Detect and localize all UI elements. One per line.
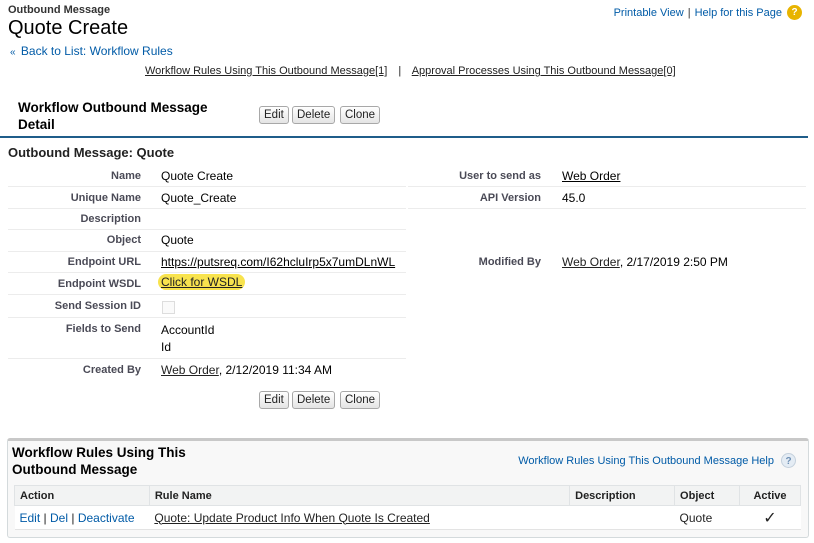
object-type-label: Outbound Message: [8, 4, 111, 16]
edit-rule-link[interactable]: Edit: [20, 511, 41, 525]
user-to-send-as-label: User to send as: [459, 170, 541, 182]
divider: [408, 186, 806, 187]
created-date: , 2/12/2019 11:34 AM: [218, 363, 333, 377]
column-header-action: Action: [14, 485, 150, 506]
delete-button-bottom[interactable]: Delete: [292, 391, 336, 409]
workflow-rules-related-link[interactable]: Workflow Rules Using This Outbound Messa…: [145, 65, 375, 77]
separator: |: [687, 6, 691, 19]
divider: [408, 208, 806, 209]
clone-button-bottom[interactable]: Clone: [340, 391, 381, 409]
divider: [8, 208, 406, 209]
back-to-list-link[interactable]: « Back to List: Workflow Rules: [10, 44, 173, 58]
endpoint-url-label: Endpoint URL: [67, 256, 141, 268]
approval-processes-count[interactable]: [0]: [663, 65, 675, 77]
name-value: Quote Create: [161, 169, 234, 183]
object-label: Object: [106, 234, 141, 246]
object-cell: Quote: [674, 505, 740, 530]
unique-name-label: Unique Name: [70, 192, 141, 204]
edit-button[interactable]: Edit: [259, 106, 289, 124]
delete-rule-link[interactable]: Del: [50, 511, 68, 525]
fields-to-send-value-2: Id: [161, 340, 172, 354]
unique-name-value: Quote_Create: [161, 191, 237, 205]
workflow-rules-table: Action Rule Name Description Object Acti…: [14, 485, 801, 530]
column-header-description: Description: [569, 485, 676, 506]
send-session-id-checkbox: [162, 301, 175, 314]
fields-to-send-label: Fields to Send: [65, 323, 141, 335]
page-title: Quote Create: [8, 17, 129, 39]
modified-by-label: Modified By: [478, 256, 541, 268]
delete-button[interactable]: Delete: [292, 106, 336, 124]
separator: |: [43, 510, 47, 525]
workflow-rules-count[interactable]: [1]: [375, 65, 387, 77]
help-for-page-link[interactable]: Help for this Page: [695, 7, 782, 19]
section-title: Outbound Message: Quote: [8, 145, 175, 160]
column-header-active: Active: [739, 485, 801, 506]
divider: [8, 358, 406, 359]
separator: |: [398, 65, 402, 77]
endpoint-wsdl-label: Endpoint WSDL: [57, 278, 141, 290]
modified-date: , 2/17/2019 2:50 PM: [619, 255, 728, 269]
help-icon[interactable]: ?: [781, 453, 796, 468]
action-cell: Edit | Del | Deactivate: [14, 505, 150, 530]
modified-by-user-link[interactable]: Web Order: [562, 255, 620, 269]
rule-name-link[interactable]: Quote: Update Product Info When Quote Is…: [154, 511, 430, 525]
active-checkmark-icon: ✓: [739, 505, 801, 530]
help-icon[interactable]: ?: [787, 5, 802, 20]
api-version-value: 45.0: [562, 191, 586, 205]
column-header-object: Object: [674, 485, 740, 506]
related-list-help-link[interactable]: Workflow Rules Using This Outbound Messa…: [518, 455, 774, 467]
clone-button[interactable]: Clone: [340, 106, 381, 124]
created-by-value: Web Order, 2/12/2019 11:34 AM: [161, 363, 332, 377]
separator: |: [71, 510, 75, 525]
top-links: Printable View | Help for this Page ?: [614, 5, 802, 20]
object-value: Quote: [161, 233, 194, 247]
rule-name-cell: Quote: Update Product Info When Quote Is…: [149, 505, 570, 530]
name-label: Name: [111, 170, 141, 182]
description-label: Description: [80, 213, 141, 225]
divider: [8, 186, 406, 187]
created-by-user-link[interactable]: Web Order: [161, 363, 219, 377]
divider: [8, 251, 406, 252]
modified-by-value: Web Order, 2/17/2019 2:50 PM: [562, 255, 728, 269]
edit-button-bottom[interactable]: Edit: [259, 391, 289, 409]
approval-processes-related-link[interactable]: Approval Processes Using This Outbound M…: [412, 65, 664, 77]
click-for-wsdl-link[interactable]: Click for WSDL: [158, 274, 246, 290]
related-list-links: Workflow Rules Using This Outbound Messa…: [145, 65, 676, 77]
endpoint-url-link[interactable]: https://putsreq.com/I62hcluIrp5x7umDLnWL: [161, 255, 395, 269]
column-header-rule-name: Rule Name: [148, 485, 571, 506]
api-version-label: API Version: [479, 192, 541, 204]
divider: [8, 229, 406, 230]
detail-divider: [0, 136, 808, 138]
endpoint-wsdl-value: Click for WSDL: [158, 274, 246, 290]
send-session-id-label: Send Session ID: [54, 300, 141, 312]
created-by-label: Created By: [82, 364, 141, 376]
user-to-send-as-link[interactable]: Web Order: [562, 169, 620, 183]
table-row: Edit | Del | Deactivate Quote: Update Pr…: [14, 505, 801, 530]
detail-header: Workflow Outbound Message Detail: [18, 100, 208, 132]
divider: [8, 317, 406, 318]
fields-to-send-value-1: AccountId: [161, 323, 215, 337]
deactivate-rule-link[interactable]: Deactivate: [78, 511, 135, 525]
back-arrow-icon: «: [10, 47, 16, 58]
table-header-row: Action Rule Name Description Object Acti…: [14, 485, 801, 506]
printable-view-link[interactable]: Printable View: [614, 7, 684, 19]
description-cell: [569, 505, 675, 530]
divider: [8, 272, 406, 273]
related-list-title: Workflow Rules Using This Outbound Messa…: [12, 445, 186, 477]
divider: [8, 294, 406, 295]
back-to-list-label[interactable]: Back to List: Workflow Rules: [21, 44, 173, 58]
